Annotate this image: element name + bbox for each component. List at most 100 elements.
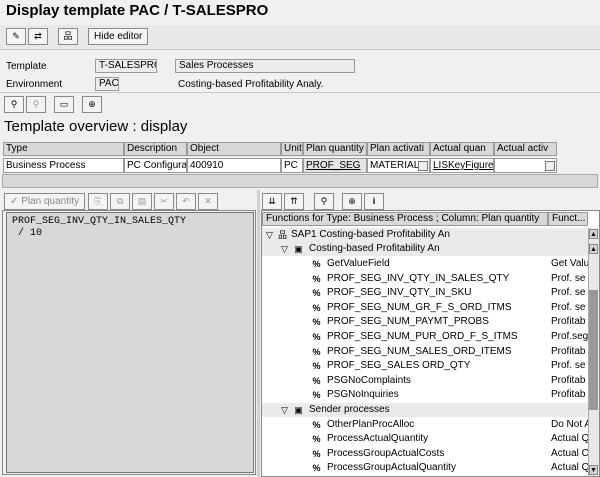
function-name: PROF_SEG_NUM_SALES_ORD_ITEMS	[327, 345, 512, 357]
detail-icon[interactable]: ⊕	[342, 193, 362, 210]
cell-plan-quantity[interactable]: PROF_SEG	[303, 158, 367, 173]
scrollbar-thumb[interactable]	[589, 290, 598, 410]
function-item[interactable]: % ProcessActualQuantity Actual Q	[262, 432, 588, 446]
function-item[interactable]: % PROF_SEG_INV_QTY_IN_SALES_QTY Prof. se	[262, 272, 588, 286]
function-item[interactable]: % PSGNoInquiries Profitab	[262, 388, 588, 402]
cell-actual-quantity[interactable]: LISKeyFigure	[430, 158, 494, 173]
col-header-unit[interactable]: Unit	[281, 142, 303, 156]
cell-unit[interactable]: PC	[281, 158, 303, 173]
function-name: GetValueField	[327, 258, 390, 269]
function-description: Profitab	[551, 389, 586, 401]
percent-function-icon: %	[312, 361, 321, 372]
environment-label: Environment	[6, 79, 63, 90]
formula-editor[interactable]: PROF_SEG_INV_QTY_IN_SALES_QTY / 10	[6, 212, 254, 473]
function-tree-header-desc[interactable]: Funct...	[548, 212, 588, 226]
insert-icon[interactable]: ⎘	[88, 193, 108, 210]
col-header-plan-activity[interactable]: Plan activati	[367, 142, 430, 156]
col-header-actual-quantity[interactable]: Actual quan	[430, 142, 494, 156]
collapse-triangle-icon[interactable]: ▽	[279, 244, 290, 255]
function-item[interactable]: % ProcessGroupActualCosts Actual C	[262, 447, 588, 461]
col-header-object[interactable]: Object	[187, 142, 281, 156]
function-name: PROF_SEG_NUM_GR_F_S_ORD_ITMS	[327, 301, 512, 313]
tree-group-node[interactable]: ▽ ▣ Sender processes	[262, 403, 588, 417]
function-item[interactable]: % PSGNoComplaints Profitab	[262, 374, 588, 388]
function-description: Prof. se	[551, 272, 586, 284]
template-description: Sales Processes	[175, 59, 355, 73]
function-item[interactable]: % GetValueField Get Valu	[262, 257, 588, 271]
print-icon[interactable]: ▭	[54, 96, 74, 113]
overview-horizontal-scrollbar[interactable]	[2, 174, 598, 188]
detail-icon[interactable]: ⊕	[82, 96, 102, 113]
paste-icon[interactable]: ▤	[132, 193, 152, 210]
pane-splitter[interactable]	[257, 190, 260, 477]
cell-type[interactable]: Business Process	[3, 158, 124, 173]
col-header-description[interactable]: Description	[124, 142, 187, 156]
cut-icon[interactable]: ✂	[154, 193, 174, 210]
function-item[interactable]: % PROF_SEG_NUM_PAYMT_PROBS Profitab	[262, 315, 588, 329]
function-item[interactable]: % PROF_SEG_INV_QTY_IN_SKU Prof. se	[262, 286, 588, 300]
plan-quantity-button[interactable]: ✓ Plan quantity	[4, 193, 85, 210]
overview-title: Template overview : display	[4, 118, 188, 135]
function-tree-header[interactable]: Functions for Type: Business Process ; C…	[262, 212, 548, 226]
function-item[interactable]: % PROF_SEG_NUM_SALES_ORD_ITEMS Profitab	[262, 345, 588, 359]
percent-function-icon: %	[312, 448, 321, 459]
percent-function-icon: %	[312, 346, 321, 357]
tree-group-label: Costing-based Profitability An	[309, 243, 440, 254]
col-header-actual-activity[interactable]: Actual activ	[494, 142, 557, 156]
binoculars-icon[interactable]: ⚲	[4, 96, 24, 113]
function-item[interactable]: % ProcessGroupActualQuantity Actual Q	[262, 461, 588, 475]
col-header-type[interactable]: Type	[3, 142, 124, 156]
function-description: Do Not A	[551, 418, 588, 430]
hierarchy-icon[interactable]: 品	[58, 28, 78, 45]
function-item[interactable]: % PROF_SEG_SALES ORD_QTY Prof. se	[262, 359, 588, 373]
function-item[interactable]: % OtherPlanProcAlloc Do Not A	[262, 418, 588, 432]
collapse-triangle-icon[interactable]: ▽	[264, 230, 275, 241]
tree-group-label: Sender processes	[309, 404, 390, 415]
hierarchy-icon: 品	[277, 230, 287, 240]
environment-field: PAC	[95, 77, 119, 91]
function-description: Actual Q	[551, 433, 588, 445]
cell-description[interactable]: PC Configura	[124, 158, 187, 173]
scroll-up-icon[interactable]: ▲	[589, 229, 598, 239]
percent-function-icon: %	[312, 419, 321, 430]
function-description: Prof. se	[551, 301, 586, 313]
display-change-icon[interactable]: ✎	[6, 28, 26, 45]
function-name: PSGNoInquiries	[327, 389, 399, 401]
tree-root-label: SAP1 Costing-based Profitability An	[291, 229, 450, 240]
function-name: PROF_SEG_NUM_PAYMT_PROBS	[327, 316, 489, 328]
percent-function-icon: %	[312, 273, 321, 284]
scroll-down-icon[interactable]: ▼	[589, 465, 598, 475]
col-header-plan-quantity[interactable]: Plan quantity	[303, 142, 367, 156]
hide-editor-button[interactable]: Hide editor	[88, 28, 149, 45]
percent-function-icon: %	[312, 434, 321, 445]
tree-root-node[interactable]: ▽ 品 SAP1 Costing-based Profitability An	[262, 228, 588, 242]
cell-actual-activity[interactable]	[494, 158, 557, 173]
scroll-up-icon[interactable]: ▲	[589, 244, 598, 254]
delete-icon[interactable]: ✕	[198, 193, 218, 210]
cell-plan-activity[interactable]: MATERIAL	[367, 158, 430, 173]
tree-group-node[interactable]: ▽ ▣ Costing-based Profitability An	[262, 242, 588, 256]
undo-icon[interactable]: ↶	[176, 193, 196, 210]
function-description: Get Valu	[551, 258, 588, 269]
other-object-icon[interactable]: ⇄	[28, 28, 48, 45]
find-next-icon[interactable]: ⚲	[26, 96, 46, 113]
environment-description: Costing-based Profitability Analy.	[178, 79, 324, 90]
binoculars-icon[interactable]: ⚲	[314, 193, 334, 210]
value-help-icon[interactable]	[418, 161, 428, 171]
function-name: PROF_SEG_INV_QTY_IN_SKU	[327, 287, 472, 299]
info-icon[interactable]: i	[364, 193, 384, 210]
function-item[interactable]: % PROF_SEG_NUM_GR_F_S_ORD_ITMS Prof. se	[262, 301, 588, 315]
function-item[interactable]: % PROF_SEG_NUM_PUR_ORD_F_S_ITMS Prof.seg	[262, 330, 588, 344]
expand-all-icon[interactable]: ⇊	[262, 193, 282, 210]
folder-icon: ▣	[294, 405, 303, 415]
value-help-icon[interactable]	[545, 161, 555, 171]
collapse-all-icon[interactable]: ⇈	[284, 193, 304, 210]
collapse-triangle-icon[interactable]: ▽	[279, 405, 290, 416]
window-title: Display template PAC / T-SALESPRO	[6, 2, 269, 19]
function-name: PSGNoComplaints	[327, 374, 411, 386]
folder-icon: ▣	[294, 244, 303, 254]
copy-icon[interactable]: ⧉	[110, 193, 130, 210]
function-name: ProcessGroupActualQuantity	[327, 462, 456, 474]
function-description: Profitab	[551, 345, 586, 357]
cell-object[interactable]: 400910	[187, 158, 281, 173]
